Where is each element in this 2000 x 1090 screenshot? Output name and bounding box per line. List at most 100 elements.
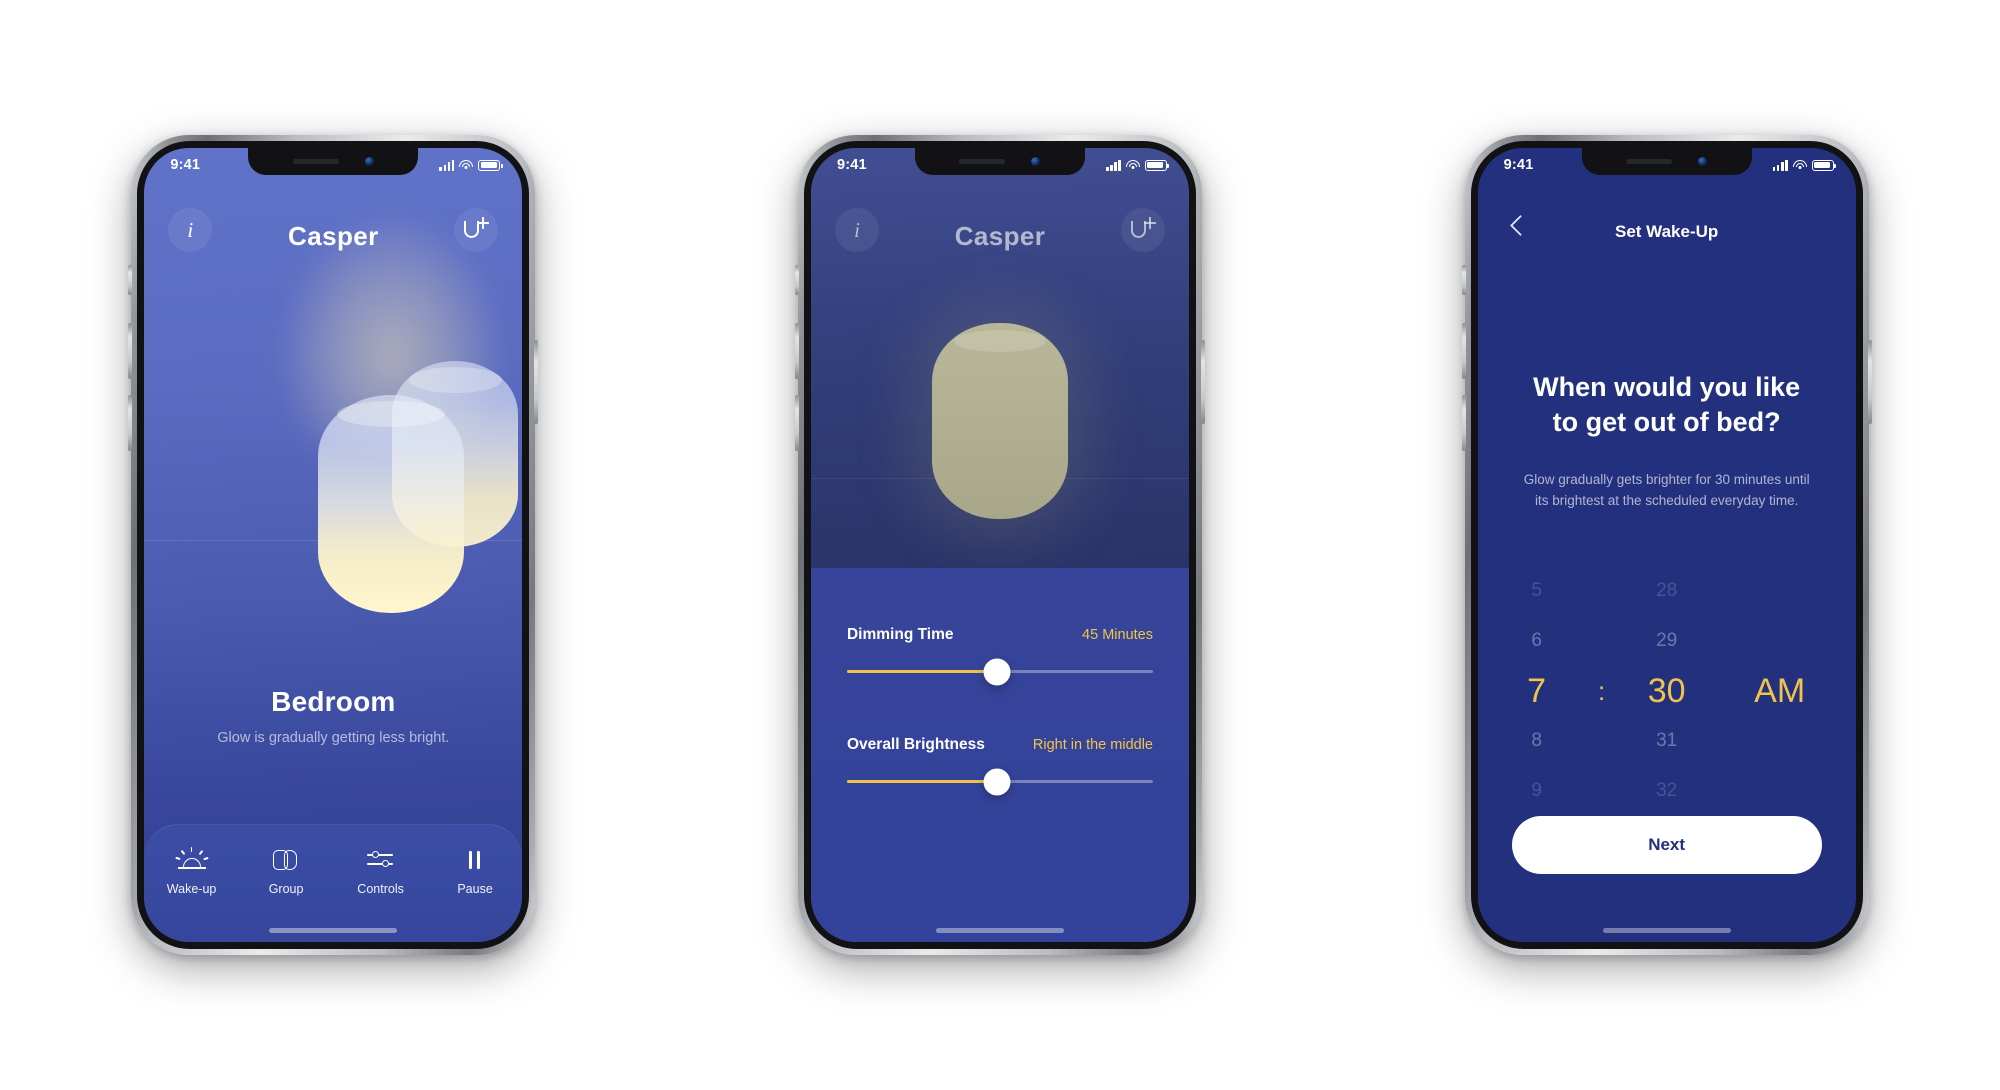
power-button[interactable] <box>1200 340 1205 424</box>
brand-logo: Casper <box>288 221 379 251</box>
glow-lamp-front <box>318 395 465 613</box>
front-camera-icon <box>364 157 374 166</box>
slider-value: 45 Minutes <box>1082 627 1153 643</box>
info-button[interactable]: i <box>834 208 879 252</box>
minute-option[interactable]: 28 <box>1656 566 1677 616</box>
lamp-illustration <box>144 353 522 613</box>
phone-3: Set Wake-Up When would you like to get o… <box>1461 135 1872 955</box>
lamp-top-highlight <box>408 367 502 393</box>
notch <box>914 148 1085 175</box>
slider-fill <box>846 780 997 783</box>
pause-icon <box>460 847 490 873</box>
notch <box>248 148 419 175</box>
info-button[interactable]: i <box>168 208 213 252</box>
battery-icon <box>1811 159 1836 171</box>
tab-controls[interactable]: Controls <box>333 847 428 896</box>
signal-bars-icon <box>1772 159 1788 171</box>
description-line-1: Glow gradually gets brighter for 30 minu… <box>1523 472 1810 487</box>
volume-up-button[interactable] <box>794 323 799 379</box>
slider-header: Dimming Time 45 Minutes <box>847 626 1153 644</box>
phone-mockup-stage: Bedroom Glow is gradually getting less b… <box>0 0 2000 1090</box>
hour-option[interactable]: 9 <box>1531 766 1542 816</box>
signal-bars-icon <box>439 159 455 171</box>
wifi-icon <box>1792 159 1807 171</box>
front-camera-icon <box>1698 157 1708 166</box>
bottom-tab-bar: Wake-up Group Controls Pause <box>144 824 523 942</box>
add-device-button[interactable] <box>454 208 499 252</box>
status-icons <box>439 159 503 171</box>
lamp-top-highlight <box>953 330 1047 352</box>
volume-down-button[interactable] <box>1461 395 1466 451</box>
time-picker[interactable]: 5 6 7 8 9 : 28 29 30 31 32 AM <box>1478 566 1856 816</box>
slider-label: Dimming Time <box>846 626 954 643</box>
power-button[interactable] <box>534 340 539 424</box>
meridiem-wheel[interactable]: AM <box>1715 566 1845 816</box>
hour-option[interactable]: 8 <box>1531 716 1542 766</box>
minute-option[interactable]: 31 <box>1656 716 1677 766</box>
phone-1-screen: Bedroom Glow is gradually getting less b… <box>144 148 523 942</box>
minute-selected[interactable]: 30 <box>1648 666 1686 716</box>
earpiece-speaker-icon <box>959 159 1006 164</box>
page-title: Bedroom <box>271 686 396 717</box>
minute-wheel[interactable]: 28 29 30 31 32 <box>1619 566 1715 816</box>
hour-option[interactable]: 5 <box>1531 566 1542 616</box>
minute-option[interactable]: 32 <box>1656 766 1677 816</box>
add-device-icon <box>463 217 490 243</box>
meridiem-selected[interactable]: AM <box>1754 666 1805 716</box>
home-indicator[interactable] <box>269 928 398 933</box>
status-time: 9:41 <box>1503 157 1534 173</box>
slider-thumb[interactable] <box>983 768 1011 795</box>
glow-lamp-dimmed <box>931 323 1068 519</box>
brand-logo: Casper <box>954 221 1046 251</box>
question-heading: When would you like to get out of bed? <box>1512 370 1822 439</box>
slider-value: Right in the middle <box>1032 737 1153 753</box>
question-line-1: When would you like <box>1533 372 1801 402</box>
signal-bars-icon <box>1106 159 1121 171</box>
status-icons <box>1772 159 1836 171</box>
set-wake-up-screen: Set Wake-Up When would you like to get o… <box>1477 148 1856 942</box>
power-button[interactable] <box>1867 340 1872 424</box>
sliders-icon <box>366 847 396 873</box>
description-text: Glow gradually gets brighter for 30 minu… <box>1518 470 1816 512</box>
slider-fill <box>846 670 997 673</box>
mute-switch[interactable] <box>128 265 133 295</box>
add-device-button[interactable] <box>1120 208 1165 252</box>
status-time: 9:41 <box>170 157 201 173</box>
hour-selected[interactable]: 7 <box>1527 666 1546 716</box>
earpiece-speaker-icon <box>292 159 339 164</box>
earpiece-speaker-icon <box>1626 159 1673 164</box>
tab-label: Group <box>268 882 304 896</box>
tab-wake-up[interactable]: Wake-up <box>144 847 239 896</box>
mute-switch[interactable] <box>1461 265 1466 295</box>
home-screen: Bedroom Glow is gradually getting less b… <box>144 148 523 942</box>
wifi-icon <box>459 159 474 171</box>
slider-label: Overall Brightness <box>846 736 985 753</box>
hour-option[interactable]: 6 <box>1531 616 1542 666</box>
minute-option[interactable]: 29 <box>1656 616 1677 666</box>
status-time: 9:41 <box>836 157 867 173</box>
slider-header: Overall Brightness Right in the middle <box>847 736 1153 754</box>
tab-pause[interactable]: Pause <box>428 847 523 896</box>
next-button[interactable]: Next <box>1511 816 1822 874</box>
volume-down-button[interactable] <box>794 395 799 451</box>
slider-track[interactable] <box>846 768 1153 795</box>
tab-group[interactable]: Group <box>239 847 334 896</box>
page-title: Set Wake-Up <box>1615 222 1719 241</box>
volume-down-button[interactable] <box>128 395 133 451</box>
volume-up-button[interactable] <box>128 323 133 379</box>
home-indicator[interactable] <box>935 928 1064 933</box>
controls-panel: Dimming Time 45 Minutes Overall Brightne… <box>810 568 1189 942</box>
hour-wheel[interactable]: 5 6 7 8 9 <box>1489 566 1585 816</box>
slider-thumb[interactable] <box>983 658 1011 685</box>
home-indicator[interactable] <box>1602 928 1731 933</box>
room-status-text: Glow is gradually getting less bright. <box>217 730 450 746</box>
add-device-icon <box>1130 217 1156 243</box>
mute-switch[interactable] <box>794 265 799 295</box>
slider-dimming-time: Dimming Time 45 Minutes <box>811 626 1189 685</box>
wifi-icon <box>1125 159 1140 171</box>
phone-3-screen: Set Wake-Up When would you like to get o… <box>1477 148 1856 942</box>
notch <box>1581 148 1752 175</box>
battery-icon <box>1144 159 1170 171</box>
volume-up-button[interactable] <box>1461 323 1466 379</box>
slider-track[interactable] <box>846 658 1153 685</box>
